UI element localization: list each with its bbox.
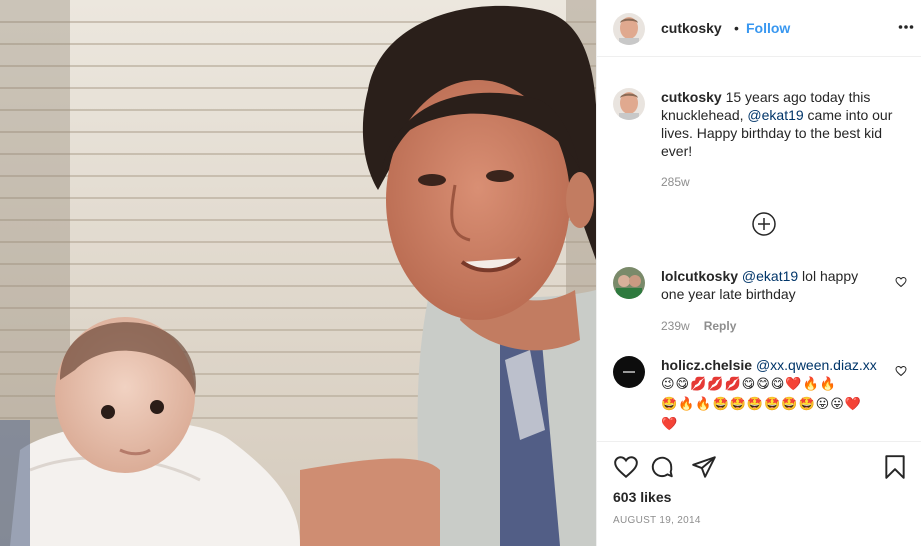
comment-text: holicz.chelsie @xx.qween.diaz.xx 😉😋💋💋💋😋😋😋… bbox=[661, 356, 881, 434]
comment-emoji-line: 🤩🔥🔥🤩🤩🤩🤩🤩🤩😛😛❤️ bbox=[661, 397, 862, 412]
follow-button[interactable]: Follow bbox=[746, 20, 790, 36]
plus-circle-icon[interactable] bbox=[751, 211, 777, 237]
commenter-avatar[interactable] bbox=[613, 356, 645, 388]
comment-emoji-line: ❤️ bbox=[661, 417, 679, 432]
separator-dot: • bbox=[734, 20, 739, 36]
caption-username[interactable]: cutkosky bbox=[661, 89, 722, 105]
comment-mention[interactable]: @ekat19 bbox=[742, 268, 798, 284]
caption-author-avatar[interactable] bbox=[613, 88, 645, 120]
author-avatar[interactable] bbox=[613, 13, 645, 45]
heart-icon[interactable] bbox=[613, 454, 639, 480]
caption-text: cutkosky 15 years ago today this knuckle… bbox=[661, 88, 901, 160]
comment-like-heart-icon[interactable] bbox=[895, 364, 907, 377]
comment-icon[interactable] bbox=[649, 454, 675, 480]
post-footer: 603 likes AUGUST 19, 2014 bbox=[597, 441, 921, 546]
bookmark-icon[interactable] bbox=[882, 454, 908, 480]
post-date[interactable]: AUGUST 19, 2014 bbox=[613, 515, 701, 526]
comment-like-heart-icon[interactable] bbox=[895, 275, 907, 288]
comment-emoji-line: 😉😋💋💋💋😋😋😋❤️🔥🔥 bbox=[661, 377, 837, 392]
action-bar bbox=[613, 454, 908, 480]
post-photo[interactable] bbox=[0, 0, 596, 546]
more-horizontal-icon[interactable] bbox=[898, 17, 914, 37]
likes-count[interactable]: 603 likes bbox=[613, 489, 671, 505]
reply-button[interactable]: Reply bbox=[704, 319, 737, 333]
comment-mention[interactable]: @xx.qween.diaz.xx bbox=[756, 357, 877, 373]
post-container: cutkosky • Follow cutkosky 15 years ago … bbox=[0, 0, 921, 546]
comment-username[interactable]: holicz.chelsie bbox=[661, 357, 752, 373]
caption-timestamp[interactable]: 285w bbox=[661, 175, 690, 189]
comment-text: lolcutkosky @ekat19 lol happy one year l… bbox=[661, 267, 881, 303]
comment-meta: 239w Reply bbox=[661, 319, 736, 333]
comment-timestamp[interactable]: 239w bbox=[661, 319, 690, 333]
post-header: cutkosky • Follow bbox=[597, 0, 921, 57]
photo-illustration bbox=[0, 0, 596, 546]
commenter-avatar[interactable] bbox=[613, 267, 645, 299]
author-username[interactable]: cutkosky bbox=[661, 20, 722, 36]
caption-mention[interactable]: @ekat19 bbox=[747, 107, 803, 123]
post-sidebar: cutkosky • Follow cutkosky 15 years ago … bbox=[596, 0, 921, 546]
share-icon[interactable] bbox=[691, 454, 717, 480]
comment-username[interactable]: lolcutkosky bbox=[661, 268, 738, 284]
